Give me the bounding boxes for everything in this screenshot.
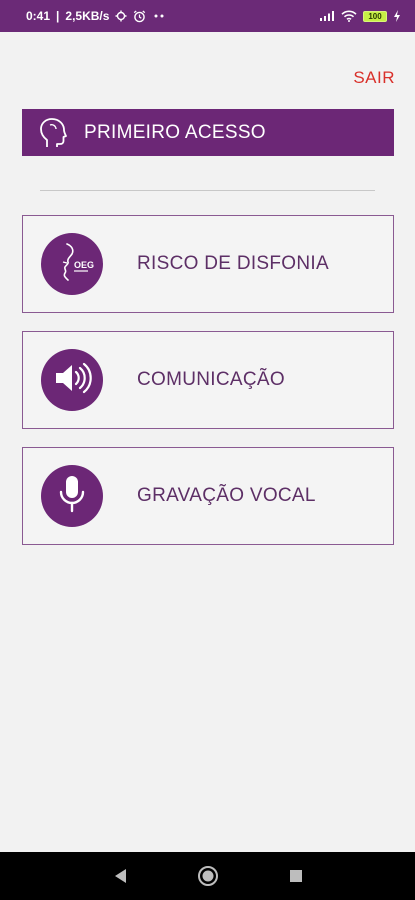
navigation-bar — [0, 852, 415, 900]
more-dots-icon — [152, 13, 166, 19]
wifi-icon — [341, 10, 357, 22]
menu-item-icon-circle — [41, 465, 103, 527]
menu-item-comunicacao[interactable]: COMUNICAÇÃO — [22, 331, 394, 429]
signal-icon — [319, 10, 335, 22]
menu-item-risco-de-disfonia[interactable]: OEG RISCO DE DISFONIA — [22, 215, 394, 313]
usb-settings-icon — [115, 10, 127, 22]
menu-item-icon-circle — [41, 349, 103, 411]
menu-item-label: COMUNICAÇÃO — [137, 369, 285, 390]
svg-text:OEG: OEG — [74, 260, 94, 270]
battery-icon: 100 — [363, 10, 387, 22]
speaker-volume-icon — [52, 361, 92, 400]
recents-icon[interactable] — [289, 869, 303, 883]
logout-button[interactable]: SAIR — [353, 68, 395, 88]
status-network-speed: 2,5KB/s — [65, 9, 110, 23]
divider — [40, 190, 375, 191]
speaking-face-icon: OEG — [50, 240, 94, 289]
status-bar: 0:41 | 2,5KB/s 100 — [0, 0, 415, 32]
charging-icon — [393, 10, 401, 22]
menu-item-label: GRAVAÇÃO VOCAL — [137, 485, 316, 506]
menu-item-label: RISCO DE DISFONIA — [137, 253, 329, 274]
page-title: PRIMEIRO ACESSO — [84, 121, 266, 143]
status-separator: | — [56, 9, 60, 23]
back-icon[interactable] — [113, 868, 127, 884]
microphone-icon — [57, 474, 87, 519]
menu-item-gravacao-vocal[interactable]: GRAVAÇÃO VOCAL — [22, 447, 394, 545]
home-icon[interactable] — [197, 865, 219, 887]
head-silhouette-icon — [38, 117, 68, 149]
alarm-icon — [133, 9, 146, 23]
status-time: 0:41 — [26, 9, 51, 23]
first-access-header: PRIMEIRO ACESSO — [22, 109, 394, 156]
menu-item-icon-circle: OEG — [41, 233, 103, 295]
